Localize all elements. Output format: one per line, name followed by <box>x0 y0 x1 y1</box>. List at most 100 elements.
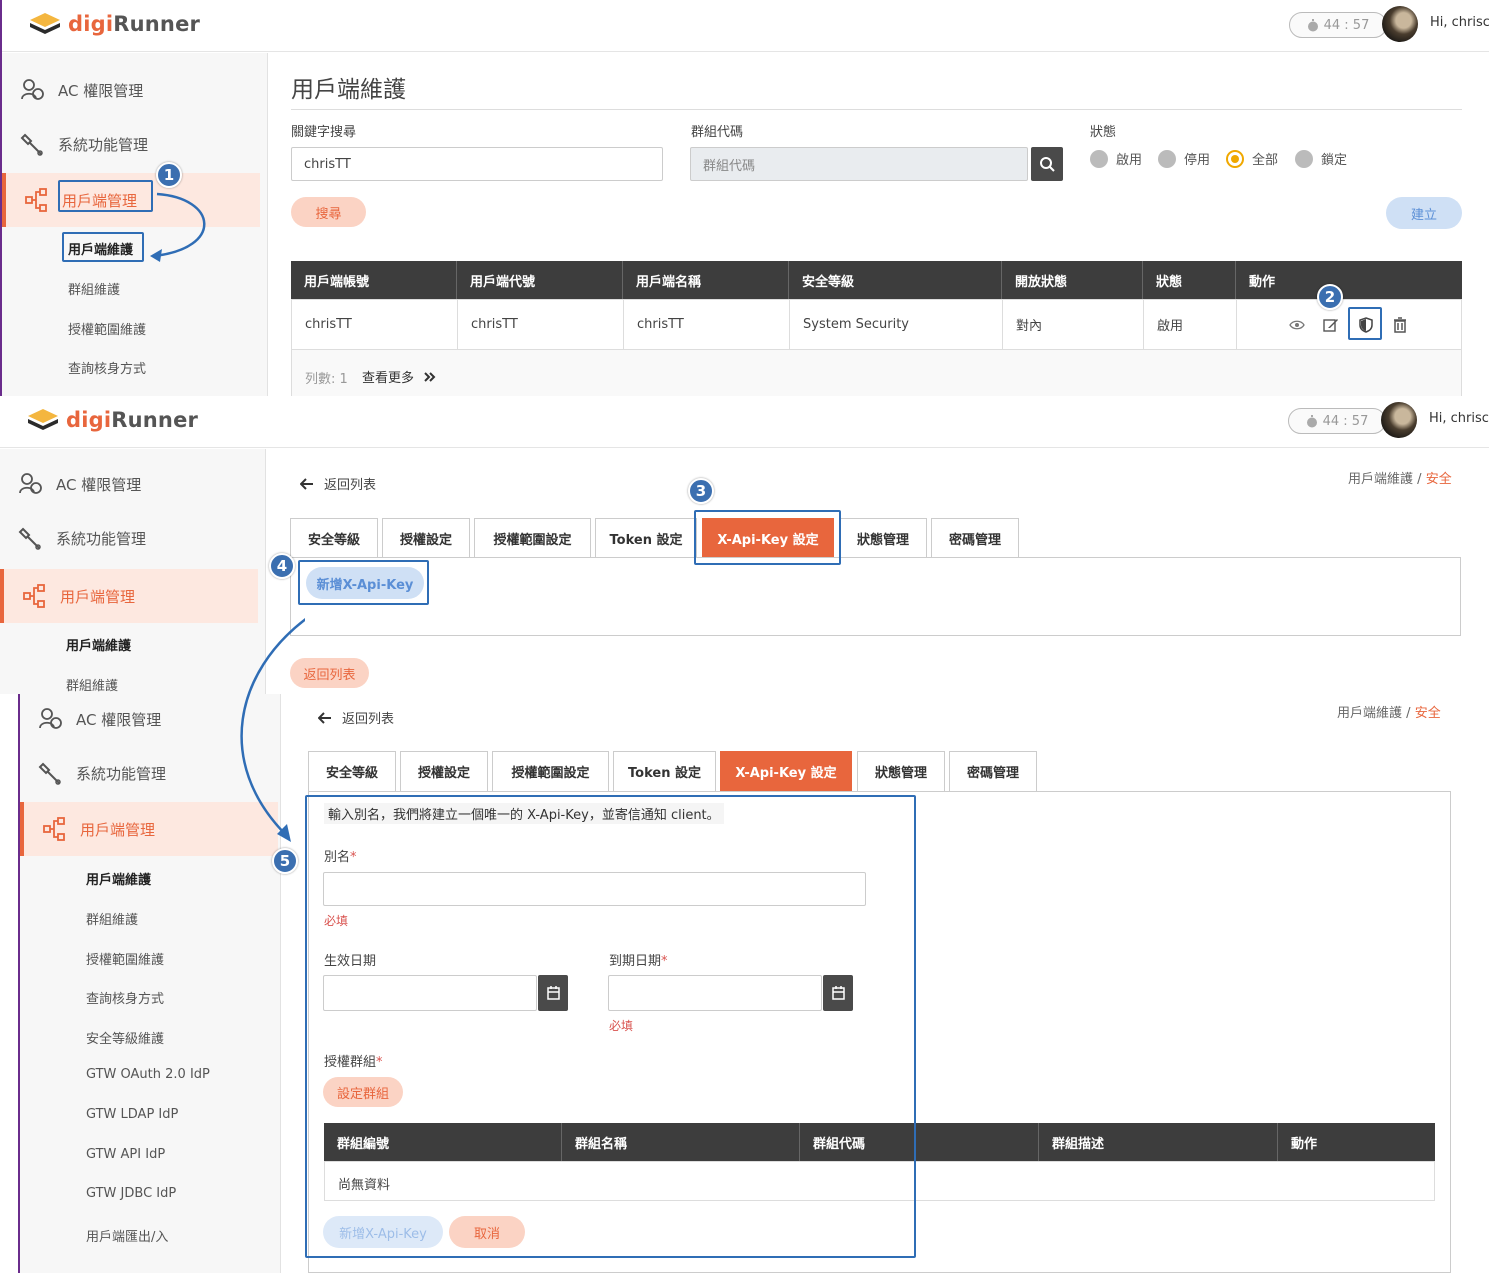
tab-auth-settings[interactable]: 授權設定 <box>400 751 488 791</box>
group-code-input[interactable]: 群組代碼 <box>690 147 1028 181</box>
logo-icon <box>28 409 58 430</box>
wrench-icon <box>20 133 43 156</box>
breadcrumb: 用戶端維護 / 安全 <box>1348 472 1452 487</box>
tab-status-mgmt[interactable]: 狀態管理 <box>839 518 927 558</box>
network-icon <box>43 817 65 841</box>
nav-client[interactable]: 用戶端管理 <box>22 583 135 609</box>
tab-scope-settings[interactable]: 授權範圍設定 <box>492 751 609 791</box>
tab-security-level[interactable]: 安全等級 <box>290 518 378 558</box>
tab-scope-settings[interactable]: 授權範圍設定 <box>474 518 591 558</box>
sub-security-level[interactable]: 安全等級維護 <box>86 1028 164 1047</box>
table-row[interactable]: chrisTT chrisTT chrisTT System Security … <box>291 299 1462 350</box>
nav-client-active[interactable]: 用戶端管理 <box>0 569 258 623</box>
nav-system[interactable]: 系統功能管理 <box>38 760 166 786</box>
table-footer: 列數: 1 查看更多 <box>291 350 1462 396</box>
delete-button[interactable] <box>1393 317 1407 337</box>
sub-auth-method[interactable]: 查詢核身方式 <box>68 358 146 377</box>
eye-icon <box>1289 320 1305 330</box>
xapikey-panel <box>290 557 1461 636</box>
trash-icon <box>1394 317 1406 333</box>
nav-system[interactable]: 系統功能管理 <box>18 525 146 551</box>
ac-users-icon <box>39 708 62 729</box>
status-radio-enabled[interactable]: 啟用 <box>1090 149 1142 168</box>
cell-name: chrisTT <box>624 300 790 349</box>
session-timer: 44 : 57 <box>1288 408 1386 434</box>
sub-client-maintain[interactable]: 用戶端維護 <box>86 869 151 888</box>
brand-logo[interactable]: digiRunner <box>30 12 200 36</box>
cell-code: chrisTT <box>458 300 624 349</box>
edit-button[interactable] <box>1323 317 1339 337</box>
cell-open: 對內 <box>1003 300 1144 349</box>
ac-users-icon <box>19 473 42 494</box>
create-button[interactable]: 建立 <box>1386 197 1462 229</box>
status-radio-all[interactable]: 全部 <box>1226 149 1278 168</box>
tab-auth-settings[interactable]: 授權設定 <box>382 518 470 558</box>
back-to-list-link[interactable]: 返回列表 <box>300 474 376 493</box>
tab-status-mgmt[interactable]: 狀態管理 <box>857 751 945 791</box>
tab-xapikey-settings[interactable]: X-Api-Key 設定 <box>720 751 852 791</box>
tab-password-mgmt[interactable]: 密碼管理 <box>931 518 1019 558</box>
nav-ac[interactable]: AC 權限管理 <box>20 77 143 103</box>
step-badge-3: 3 <box>688 478 714 504</box>
page-title: 用戶端維護 <box>291 77 406 103</box>
tab-password-mgmt[interactable]: 密碼管理 <box>949 751 1037 791</box>
top-bar: digiRunner 44 : 57 Hi, chrisc <box>2 0 1489 52</box>
group-search-button[interactable] <box>1031 147 1063 181</box>
sub-jdbc-idp[interactable]: GTW JDBC IdP <box>86 1186 176 1201</box>
sub-oauth-idp[interactable]: GTW OAuth 2.0 IdP <box>86 1067 210 1082</box>
tab-security-level[interactable]: 安全等級 <box>308 751 396 791</box>
screenshot-list-page: digiRunner 44 : 57 Hi, chrisc AC 權限管理 系統… <box>0 0 1489 396</box>
avatar[interactable] <box>1381 402 1417 438</box>
stopwatch-icon <box>1306 414 1317 427</box>
col-status: 狀態 <box>1143 261 1236 299</box>
sub-ldap-idp[interactable]: GTW LDAP IdP <box>86 1107 178 1122</box>
view-more-link[interactable]: 查看更多 <box>362 367 436 386</box>
wrench-icon <box>18 527 41 550</box>
keyword-input[interactable]: chrisTT <box>291 147 663 181</box>
wrench-icon <box>38 762 61 785</box>
tab-token-settings[interactable]: Token 設定 <box>613 751 716 791</box>
status-radio-locked[interactable]: 鎖定 <box>1295 149 1347 168</box>
nav-ac[interactable]: AC 權限管理 <box>38 706 161 732</box>
client-table-header: 用戶端帳號 用戶端代號 用戶端名稱 安全等級 開放狀態 狀態 動作 <box>291 261 1462 299</box>
cell-status: 啟用 <box>1144 300 1237 349</box>
search-icon <box>1040 157 1055 172</box>
sub-import-export[interactable]: 用戶端匯出/入 <box>86 1226 168 1245</box>
arrow-left-icon <box>300 477 313 490</box>
sub-group-maintain[interactable]: 群組維護 <box>68 279 120 298</box>
highlight-xapikey-tab <box>694 510 841 565</box>
status-radio-disabled[interactable]: 停用 <box>1158 149 1210 168</box>
nav-system[interactable]: 系統功能管理 <box>20 131 148 157</box>
nav-client[interactable]: 用戶端管理 <box>42 816 155 842</box>
view-button[interactable] <box>1289 317 1305 337</box>
screenshot-detail-page: digiRunner 44 : 57 Hi, chrisc AC 權限管理 系統… <box>0 396 1489 694</box>
nav-ac[interactable]: AC 權限管理 <box>18 471 141 497</box>
col-group-action: 動作 <box>1291 1136 1318 1152</box>
chevron-double-right-icon <box>424 371 436 382</box>
user-greeting[interactable]: Hi, chrisc <box>1430 15 1489 30</box>
back-to-list-link[interactable]: 返回列表 <box>318 708 394 727</box>
search-button[interactable]: 搜尋 <box>291 197 366 227</box>
sub-group-maintain[interactable]: 群組維護 <box>86 909 138 928</box>
sub-scope-maintain[interactable]: 授權範圍維護 <box>68 319 146 338</box>
session-timer: 44 : 57 <box>1289 12 1387 38</box>
group-code-label: 群組代碼 <box>691 125 744 140</box>
sub-client-maintain[interactable]: 用戶端維護 <box>66 635 131 654</box>
avatar[interactable] <box>1382 6 1418 42</box>
keyword-label: 關鍵字搜尋 <box>291 125 357 140</box>
step-badge-2: 2 <box>1317 284 1343 310</box>
sub-auth-method[interactable]: 查詢核身方式 <box>86 988 164 1007</box>
highlight-form <box>305 795 916 1258</box>
sidebar: AC 權限管理 系統功能管理 用戶端管理 用戶端維護 群組維護 授權範圍維護 查… <box>2 53 268 396</box>
sub-api-idp[interactable]: GTW API IdP <box>86 1147 165 1162</box>
col-action: 動作 <box>1249 274 1276 290</box>
highlight-client-maintain <box>62 232 144 262</box>
col-open: 開放狀態 <box>1002 261 1143 299</box>
tab-token-settings[interactable]: Token 設定 <box>595 518 697 558</box>
sub-group-maintain[interactable]: 群組維護 <box>66 675 118 694</box>
user-greeting[interactable]: Hi, chrisc <box>1429 411 1489 426</box>
highlight-security-button <box>1348 307 1382 340</box>
screenshot-add-form: AC 權限管理 系統功能管理 用戶端管理 用戶端維護 群組維護 授權範圍維護 查… <box>0 694 1489 1273</box>
sub-scope-maintain[interactable]: 授權範圍維護 <box>86 949 164 968</box>
brand-logo[interactable]: digiRunner <box>28 408 198 432</box>
